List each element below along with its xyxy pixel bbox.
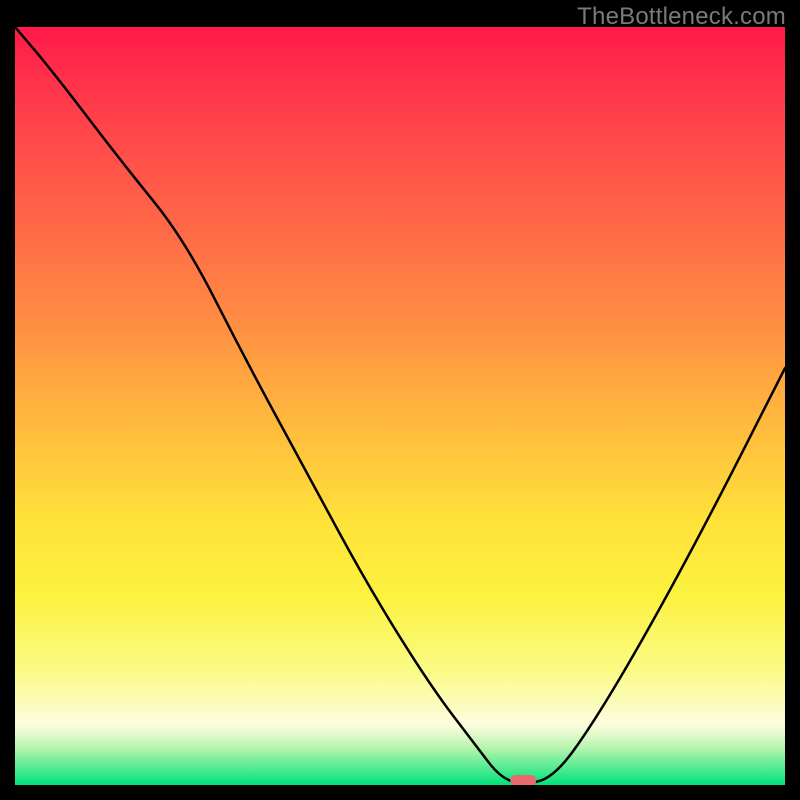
optimal-marker bbox=[510, 775, 536, 785]
curve-path bbox=[15, 27, 785, 783]
bottleneck-curve bbox=[15, 27, 785, 785]
chart-frame: TheBottleneck.com bbox=[0, 0, 800, 800]
plot-area bbox=[15, 27, 785, 785]
